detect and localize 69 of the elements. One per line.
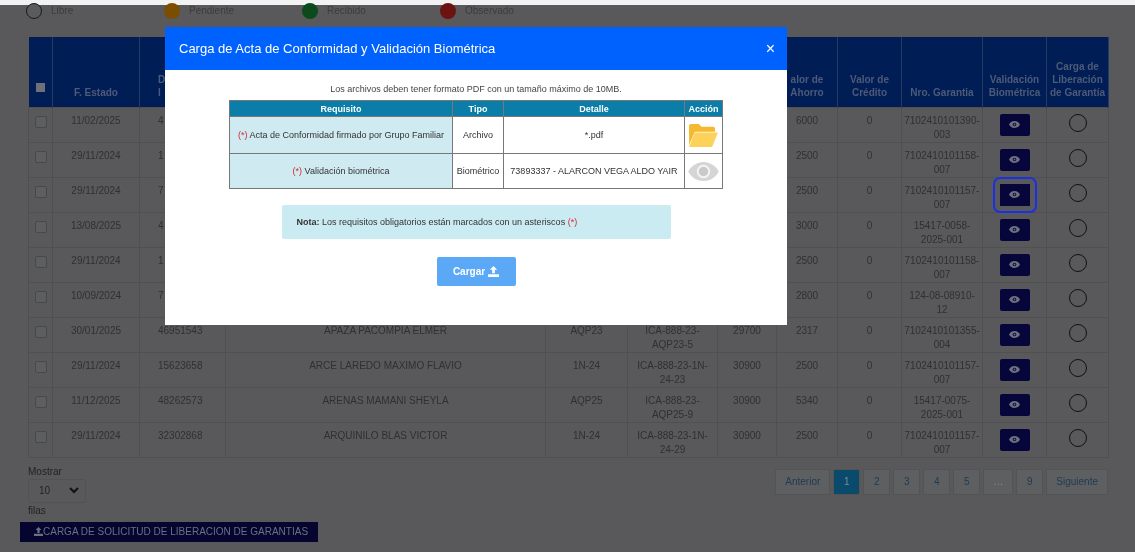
eye-icon [1009,436,1020,443]
upload-button[interactable]: Cargar [436,257,516,286]
page-link[interactable]: 1 [833,468,861,495]
select-all-checkbox[interactable] [35,82,45,92]
row-checkbox[interactable] [34,325,47,338]
row-checkbox[interactable] [34,220,47,233]
eye-icon [1009,296,1020,303]
eye-icon [1009,401,1020,408]
folder-icon[interactable] [688,122,719,148]
column-header: F. Estado [74,85,118,99]
eye-icon [1009,121,1020,128]
eye-icon [1009,156,1020,163]
modal-title: Carga de Acta de Conformidad y Validación Biométrica [179,41,496,56]
rows-label: filas [28,504,46,516]
type-text: Archivo [463,130,493,140]
show-label: Mostrar [28,465,62,477]
row-checkbox[interactable] [34,360,47,373]
column-header: Nro. Garantia [910,85,974,99]
eye-icon [1009,261,1020,268]
view-button[interactable] [999,148,1030,171]
upload-icon [488,266,500,277]
view-button[interactable] [999,358,1030,381]
page-link[interactable]: Siguiente [1046,468,1108,495]
page-link[interactable]: 3 [893,468,921,495]
eye-icon [1009,331,1020,338]
eye-icon [1009,366,1020,373]
column-header: Valor de Crédito [849,72,890,99]
view-button[interactable] [999,428,1030,451]
column-header: Requisito [320,103,362,114]
view-button[interactable] [999,113,1030,136]
detail-text: *.pdf [584,130,604,140]
column-header: Detalle [579,103,609,114]
eye-icon [1009,226,1020,233]
column-header: Validación Biométrica [987,72,1042,99]
type-text: Biométrico [456,166,500,176]
view-button[interactable] [992,176,1037,213]
view-button[interactable] [999,253,1030,276]
view-button[interactable] [999,323,1030,346]
upload-icon [34,527,43,536]
column-header: Tipo [468,103,488,114]
column-header: Carga de Liberación de Garantía [1049,59,1106,99]
view-button[interactable] [999,393,1030,416]
view-button[interactable] [999,218,1030,241]
column-header: alor de Ahorro [790,72,824,99]
page-link[interactable]: 4 [923,468,951,495]
row-checkbox[interactable] [34,115,47,128]
requirement-text: (*) Validación biométrica [292,166,390,176]
requirement-text: (*) Acta de Conformidad firmado por Grupo Familiar [237,130,445,140]
view-button[interactable] [999,288,1030,311]
eye-icon [1009,191,1020,198]
page-link[interactable]: 2 [863,468,891,495]
upload-request-button[interactable]: CARGA DE SOLICITUD DE LIBERACION DE GARANTIAS [20,521,319,542]
eye-icon[interactable] [687,160,720,182]
row-checkbox[interactable] [34,430,47,443]
row-checkbox[interactable] [34,185,47,198]
chevron-icon [69,487,79,494]
page-link[interactable]: 5 [953,468,981,495]
row-checkbox[interactable] [34,395,47,408]
close-button[interactable]: × [765,39,775,58]
column-header: D I [158,72,166,99]
page-link[interactable]: Anterior [775,468,831,495]
detail-text: 73893337 - ALARCON VEGA ALDO YAIR [510,166,678,176]
note-text: Nota: Los requisitos obligatorios están marcados con un asteriscos (*) [296,217,578,227]
row-checkbox[interactable] [34,255,47,268]
row-checkbox[interactable] [34,150,47,163]
column-header: Acción [688,103,719,114]
page-link[interactable]: 9 [1016,468,1044,495]
row-checkbox[interactable] [34,290,47,303]
info-text: Los archivos deben tener formato PDF con un tamaño máximo de 10MB. [330,84,622,94]
